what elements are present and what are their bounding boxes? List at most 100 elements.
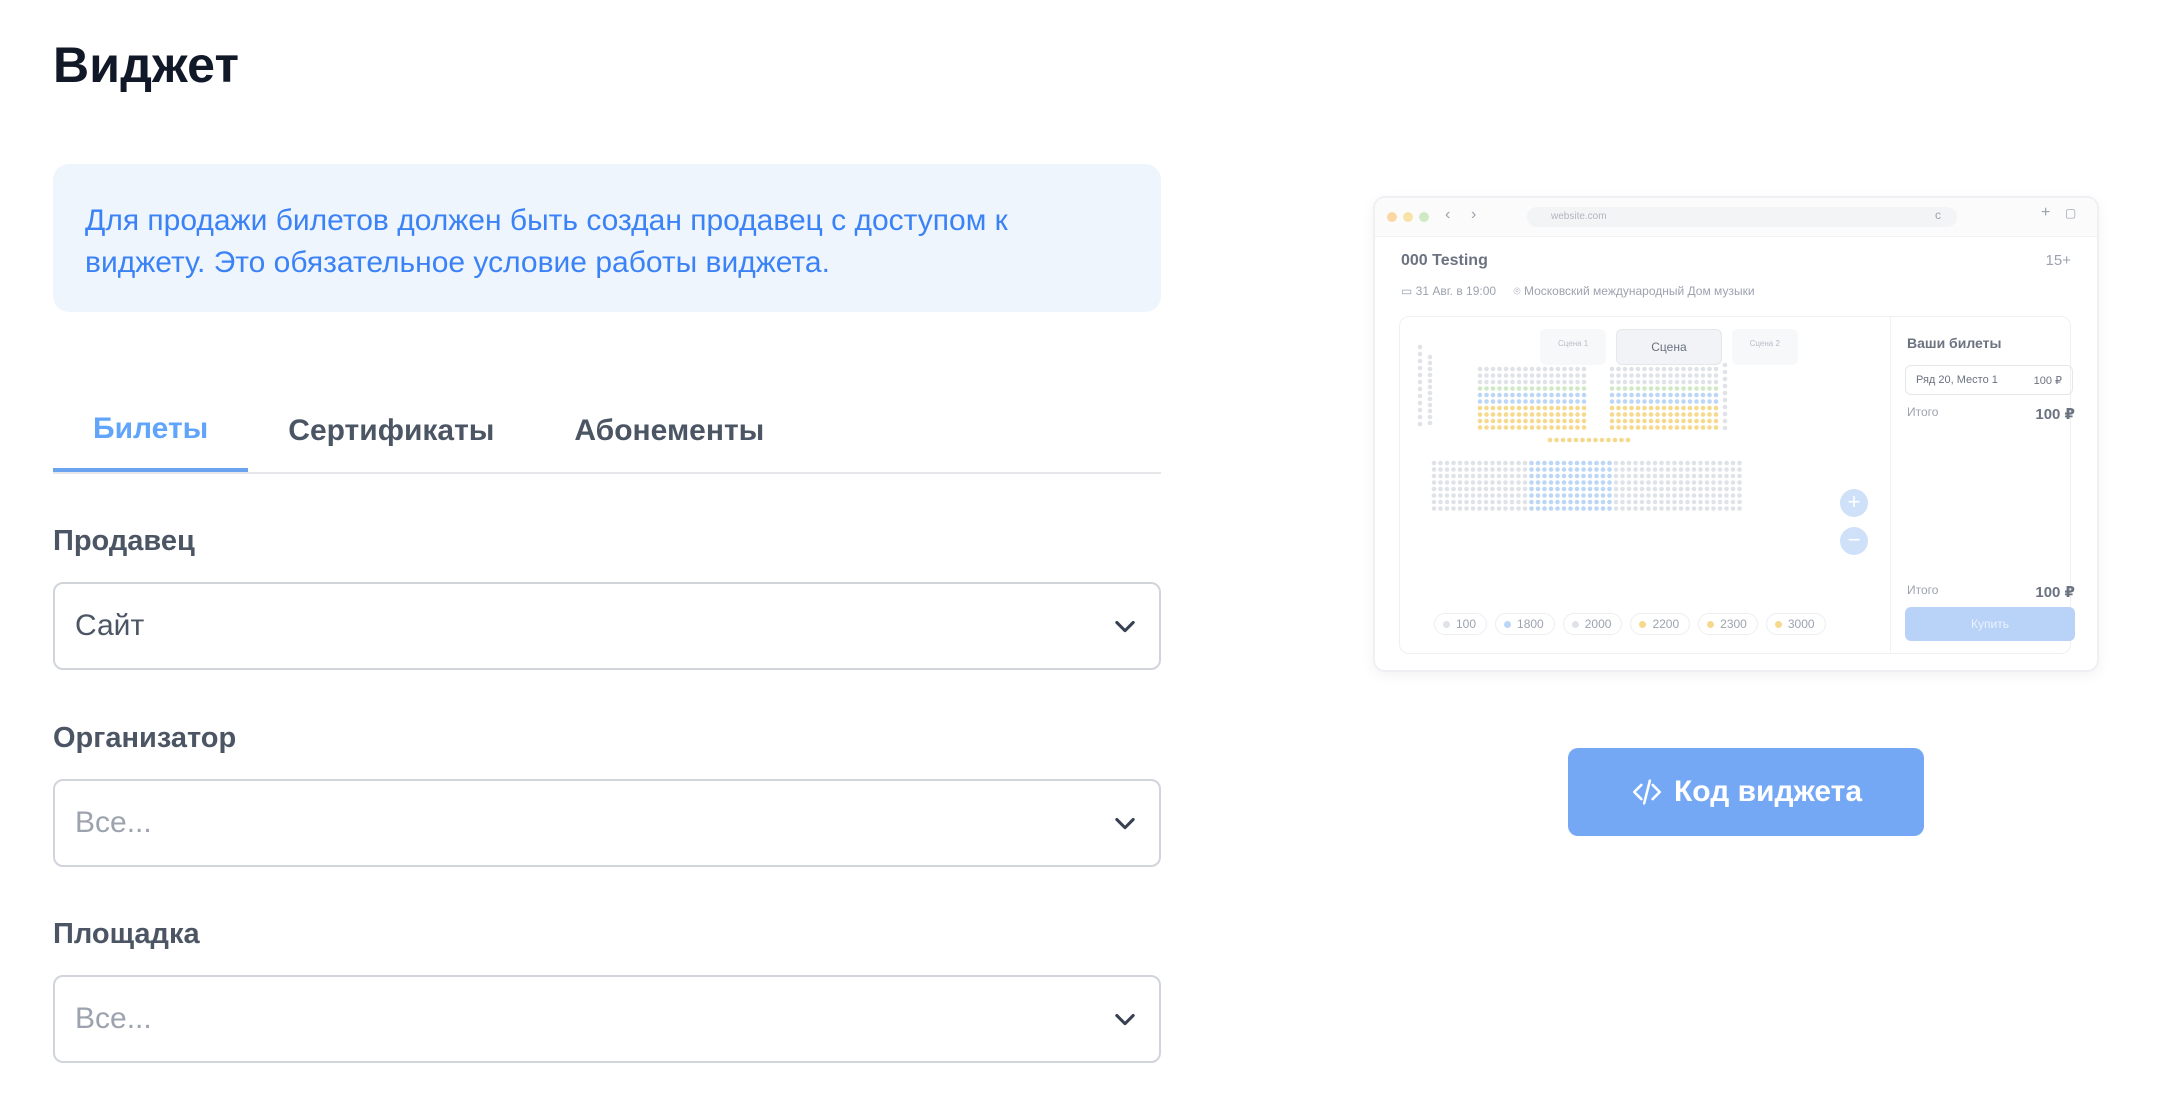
seat [1451, 460, 1456, 466]
seat [1568, 418, 1574, 424]
seat [1698, 506, 1703, 511]
seat [1542, 366, 1548, 372]
seat [1536, 379, 1541, 385]
seat [1483, 506, 1489, 511]
price-legend: 100 1800 2000 2200 2300 3000 [1434, 613, 1826, 635]
seat [1529, 493, 1534, 498]
tab-tickets[interactable]: Билеты [53, 390, 249, 472]
seat [1470, 506, 1476, 511]
seat [1431, 499, 1437, 505]
seat [1438, 486, 1443, 492]
preview-subtotal-label: Итого [1907, 405, 1939, 419]
seat [1713, 386, 1719, 391]
seat [1635, 399, 1641, 404]
seat [1483, 480, 1489, 485]
seat [1711, 493, 1716, 498]
seat [1509, 493, 1515, 498]
widget-code-button[interactable]: Код виджета [1568, 748, 1924, 836]
seat [1717, 467, 1723, 472]
seat [1568, 493, 1573, 498]
seat [1620, 486, 1625, 492]
seat [1646, 493, 1651, 498]
seat [1607, 480, 1612, 485]
seat [1522, 460, 1528, 466]
seat [1427, 402, 1433, 408]
seat [1417, 421, 1423, 427]
seat [1635, 425, 1641, 430]
seat [1599, 437, 1605, 443]
seat [1542, 467, 1547, 472]
seat [1713, 373, 1719, 378]
seat [1451, 486, 1456, 492]
seat [1600, 480, 1606, 485]
seat [1717, 499, 1723, 505]
seat [1661, 418, 1667, 424]
seat [1648, 418, 1654, 424]
widget-preview: ‹ › website.com c + ▢ 000 Testing 15+ ▭ … [1373, 196, 2099, 672]
seat [1542, 493, 1547, 498]
plus-icon: + [2041, 204, 2051, 221]
seat [1457, 460, 1463, 466]
seat [1691, 493, 1697, 498]
seat [1629, 418, 1634, 424]
seat [1529, 506, 1534, 511]
seat [1694, 379, 1699, 385]
seat-map [1417, 344, 1742, 511]
seat [1490, 392, 1496, 398]
calendar-icon: ▭ [1401, 284, 1416, 298]
seat [1668, 405, 1673, 411]
seat [1470, 473, 1476, 479]
seat [1672, 460, 1677, 466]
seat [1613, 480, 1619, 485]
seat [1652, 499, 1658, 505]
seat [1561, 506, 1567, 511]
seat [1730, 473, 1736, 479]
seat [1490, 486, 1495, 492]
seat [1616, 412, 1621, 417]
seat [1724, 486, 1729, 492]
seat [1629, 386, 1634, 391]
seat [1629, 366, 1634, 372]
seat [1674, 379, 1680, 385]
seat [1672, 506, 1677, 511]
seat [1668, 418, 1673, 424]
preview-panel: Сцена 1 Сцена Сцена 2 + − 100 1800 2000 220… [1399, 316, 2075, 654]
seat [1490, 425, 1496, 430]
seat [1444, 480, 1450, 485]
price-chip: 100 [1434, 613, 1488, 635]
seat [1573, 437, 1579, 443]
seat [1661, 392, 1667, 398]
seat [1548, 506, 1554, 511]
seat [1711, 460, 1716, 466]
seller-value: Сайт [75, 609, 145, 642]
seat [1625, 437, 1631, 443]
tab-subscriptions[interactable]: Абонементы [534, 390, 804, 472]
seat [1722, 411, 1728, 417]
seat [1626, 467, 1632, 472]
seat [1616, 366, 1621, 372]
seat [1629, 405, 1634, 411]
seller-select[interactable]: Сайт [53, 582, 1161, 670]
seat [1549, 379, 1554, 385]
seat [1510, 425, 1515, 430]
seat [1704, 467, 1710, 472]
seat [1510, 418, 1515, 424]
seat [1685, 480, 1690, 485]
seat [1529, 460, 1534, 466]
tab-certificates[interactable]: Сертификаты [248, 390, 534, 472]
seat [1427, 372, 1433, 378]
seat [1575, 366, 1580, 372]
seat [1668, 425, 1673, 430]
seat [1510, 366, 1515, 372]
seat [1626, 480, 1632, 485]
seat [1635, 373, 1641, 378]
venue-select[interactable]: Все... [53, 975, 1161, 1063]
seat [1700, 366, 1706, 372]
organizer-select[interactable]: Все... [53, 779, 1161, 867]
seat [1674, 392, 1680, 398]
seat [1655, 399, 1660, 404]
seat [1497, 379, 1502, 385]
seat [1497, 399, 1502, 404]
seat [1555, 506, 1560, 511]
seat [1629, 399, 1634, 404]
